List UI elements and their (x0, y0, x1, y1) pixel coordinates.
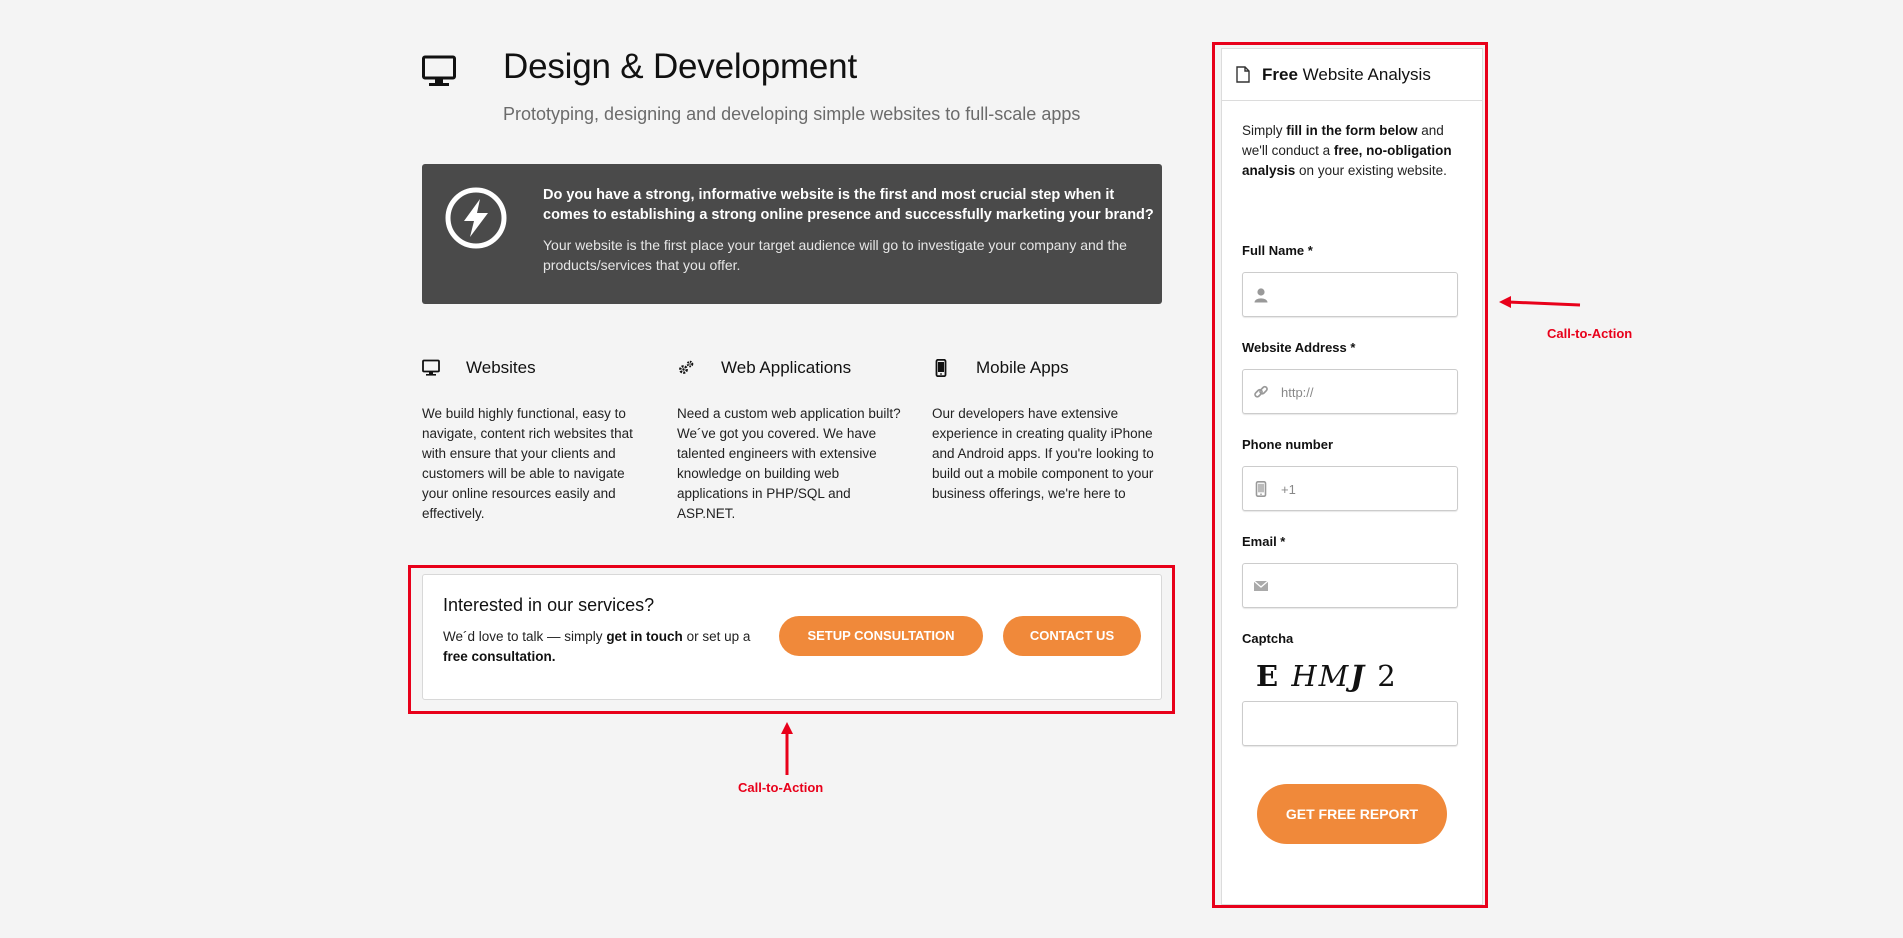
intro-bold: fill in the form below (1286, 123, 1418, 138)
captcha-image: E HMJ 2 (1256, 659, 1398, 693)
monitor-icon (422, 55, 456, 86)
service-description: Our developers have extensive experience… (932, 406, 1154, 501)
captcha-char: 2 (1377, 659, 1398, 693)
page-subtitle: Prototyping, designing and developing si… (503, 104, 1081, 124)
free-consultation-text: free consultation. (443, 649, 556, 664)
captcha-char: HM (1291, 659, 1351, 693)
cta-text-part: We´d love to talk — simply (443, 629, 607, 644)
full-name-input[interactable] (1279, 281, 1449, 309)
service-title: Mobile Apps (976, 358, 1069, 377)
page-title: Design & Development (503, 47, 857, 86)
captcha-char: E (1256, 659, 1281, 693)
monitor-icon (422, 359, 440, 376)
service-title: Web Applications (721, 358, 852, 377)
mobile-phone-icon (935, 359, 947, 377)
form-intro: Simply fill in the form below and we'll … (1242, 121, 1467, 181)
website-address-input[interactable] (1279, 378, 1449, 406)
form-title-rest: Website Analysis (1297, 65, 1431, 84)
captcha-label: Captcha (1242, 631, 1294, 646)
cta-annotation-label: Call-to-Action (738, 780, 824, 795)
website-address-field[interactable] (1242, 369, 1458, 414)
email-input[interactable] (1279, 572, 1449, 600)
link-icon (1254, 385, 1268, 398)
mobile-phone-icon (1255, 481, 1267, 497)
cta-title: Interested in our services? (443, 595, 655, 615)
captcha-input[interactable] (1253, 710, 1449, 738)
service-description: Need a custom web application built? We´… (677, 406, 901, 521)
email-label: Email * (1242, 534, 1286, 549)
email-field[interactable] (1242, 563, 1458, 608)
user-icon (1254, 288, 1268, 303)
contact-us-button[interactable]: CONTACT US (1003, 616, 1141, 656)
full-name-label: Full Name * (1242, 243, 1313, 258)
phone-number-input[interactable] (1279, 475, 1449, 503)
phone-number-field[interactable] (1242, 466, 1458, 511)
form-title-bold: Free (1262, 65, 1298, 84)
envelope-icon (1253, 580, 1269, 591)
get-in-touch-text: get in touch (606, 629, 683, 644)
service-title: Websites (466, 358, 536, 377)
cta-text: We´d love to talk — simply get in touch … (443, 627, 753, 667)
cta-box: Interested in our services? We´d love to… (422, 574, 1162, 700)
free-analysis-form: Free Website Analysis Simply fill in the… (1221, 48, 1483, 905)
info-box: Do you have a strong, informative websit… (422, 164, 1162, 304)
info-answer: Your website is the first place your tar… (543, 237, 1127, 273)
captcha-char: J (1350, 659, 1367, 693)
captcha-field[interactable] (1242, 701, 1458, 746)
intro-part: on your existing website. (1295, 163, 1447, 178)
document-icon (1236, 66, 1250, 83)
form-annotation-label: Call-to-Action (1547, 326, 1633, 341)
phone-number-label: Phone number (1242, 437, 1334, 452)
service-description: We build highly functional, easy to navi… (422, 406, 633, 521)
website-address-label: Website Address * (1242, 340, 1356, 355)
gears-icon (679, 360, 694, 374)
setup-consultation-button[interactable]: SETUP CONSULTATION (779, 616, 983, 656)
page: Design & Development Prototyping, design… (0, 0, 1903, 938)
lightning-bolt-icon (445, 187, 507, 249)
form-header: Free Website Analysis (1222, 49, 1482, 101)
full-name-field[interactable] (1242, 272, 1458, 317)
get-free-report-button[interactable]: GET FREE REPORT (1257, 784, 1447, 844)
info-question: Do you have a strong, informative websit… (543, 187, 1154, 223)
intro-part: Simply (1242, 123, 1287, 138)
form-title: Free Website Analysis (1262, 65, 1431, 85)
cta-text-part: or set up a (682, 629, 751, 644)
